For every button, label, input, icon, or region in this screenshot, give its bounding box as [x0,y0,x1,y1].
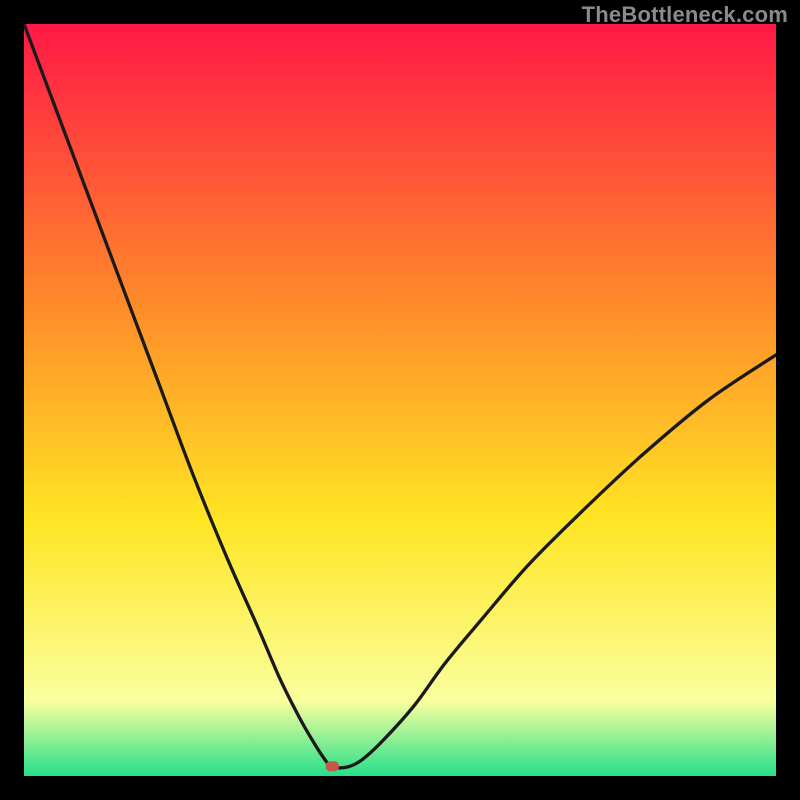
gradient-background [24,24,776,776]
chart-frame: TheBottleneck.com [0,0,800,800]
bottleneck-chart [24,24,776,776]
optimal-marker [326,761,339,771]
